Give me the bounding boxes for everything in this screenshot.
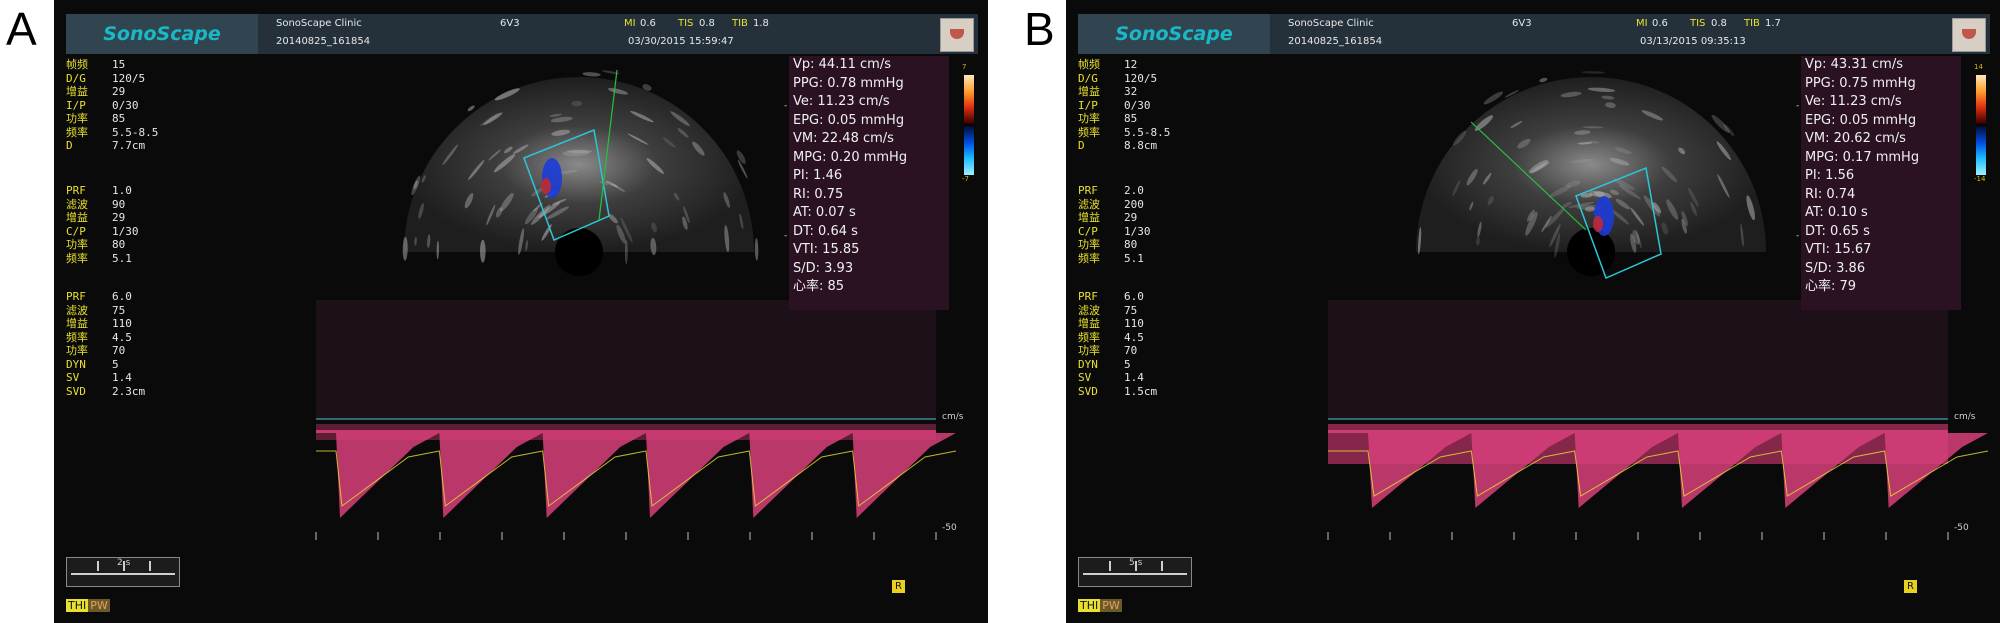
r-badge: R: [1904, 580, 1917, 593]
ultrasound-screen-b: SonoScape SonoScape Clinic 6V3 MI 0.6 TI…: [1066, 0, 2000, 623]
measurement-row: PI: 1.46: [789, 167, 949, 186]
mode-thi: THI: [66, 599, 88, 612]
time-scale-label: 2 s: [117, 558, 130, 568]
measurement-row: RI: 0.75: [789, 186, 949, 205]
measurement-row: VM: 20.62 cm/s: [1801, 130, 1961, 149]
measurement-row: Ve: 11.23 cm/s: [789, 93, 949, 112]
doppler-upper: [1328, 300, 1948, 418]
colorbar-bottom: -14: [1974, 175, 1985, 183]
measurement-box: Vp: 44.11 cm/s PPG: 0.78 mmHg Ve: 11.23 cm…: [789, 56, 949, 310]
time-scale-bar[interactable]: 5 s: [1078, 557, 1192, 587]
measurement-row: MPG: 0.17 mmHg: [1801, 149, 1961, 168]
measurement-row: MPG: 0.20 mmHg: [789, 149, 949, 168]
measurement-row: Vp: 43.31 cm/s: [1801, 56, 1961, 75]
measurement-box: Vp: 43.31 cm/s PPG: 0.75 mmHg Ve: 11.23 cm…: [1801, 56, 1961, 310]
mode-pw: PW: [88, 599, 110, 612]
doppler-min: -50: [1954, 523, 1969, 533]
measurement-row: EPG: 0.05 mmHg: [1801, 112, 1961, 131]
flow-red: [541, 178, 551, 194]
color-velocity-bar: [1976, 75, 1986, 175]
doppler-spectrum: [1328, 430, 1988, 508]
panel-label-a: A: [6, 2, 37, 56]
time-scale-label: 5 s: [1129, 558, 1142, 568]
measurement-row: VM: 22.48 cm/s: [789, 130, 949, 149]
time-scale-bar[interactable]: 2 s: [66, 557, 180, 587]
measurement-row: DT: 0.65 s: [1801, 223, 1961, 242]
doppler-min: -50: [942, 523, 957, 533]
mode-indicator: THI PW: [1078, 599, 1122, 612]
doppler-upper: [316, 300, 936, 418]
colorbar-top: 7: [962, 63, 966, 71]
r-badge: R: [892, 580, 905, 593]
mode-pw: PW: [1100, 599, 1122, 612]
doppler-unit: cm/s: [1954, 412, 1975, 422]
flow-red: [1593, 216, 1603, 232]
panel-label-b: B: [1024, 2, 1055, 56]
measurement-row: AT: 0.10 s: [1801, 204, 1961, 223]
measurement-row: RI: 0.74: [1801, 186, 1961, 205]
mode-thi: THI: [1078, 599, 1100, 612]
color-velocity-bar: [964, 75, 974, 175]
probe-hole: [555, 228, 603, 276]
measurement-row: AT: 0.07 s: [789, 204, 949, 223]
measurement-row: Vp: 44.11 cm/s: [789, 56, 949, 75]
colorbar-top: 14: [1974, 63, 1983, 71]
ultrasound-screen-a: SonoScape SonoScape Clinic 6V3 MI 0.6 TI…: [54, 0, 988, 623]
colorbar-bottom: -7: [962, 175, 969, 183]
measurement-row: S/D: 3.86: [1801, 260, 1961, 279]
measurement-row: 心率: 79: [1801, 278, 1961, 297]
measurement-row: EPG: 0.05 mmHg: [789, 112, 949, 131]
measurement-row: PPG: 0.75 mmHg: [1801, 75, 1961, 94]
sector-image: [1416, 77, 1766, 252]
measurement-row: PI: 1.56: [1801, 167, 1961, 186]
measurement-row: S/D: 3.93: [789, 260, 949, 279]
measurement-row: DT: 0.64 s: [789, 223, 949, 242]
measurement-row: VTI: 15.85: [789, 241, 949, 260]
measurement-row: 心率: 85: [789, 278, 949, 297]
measurement-row: Ve: 11.23 cm/s: [1801, 93, 1961, 112]
mode-indicator: THI PW: [66, 599, 110, 612]
measurement-row: VTI: 15.67: [1801, 241, 1961, 260]
measurement-row: PPG: 0.78 mmHg: [789, 75, 949, 94]
doppler-unit: cm/s: [942, 412, 963, 422]
